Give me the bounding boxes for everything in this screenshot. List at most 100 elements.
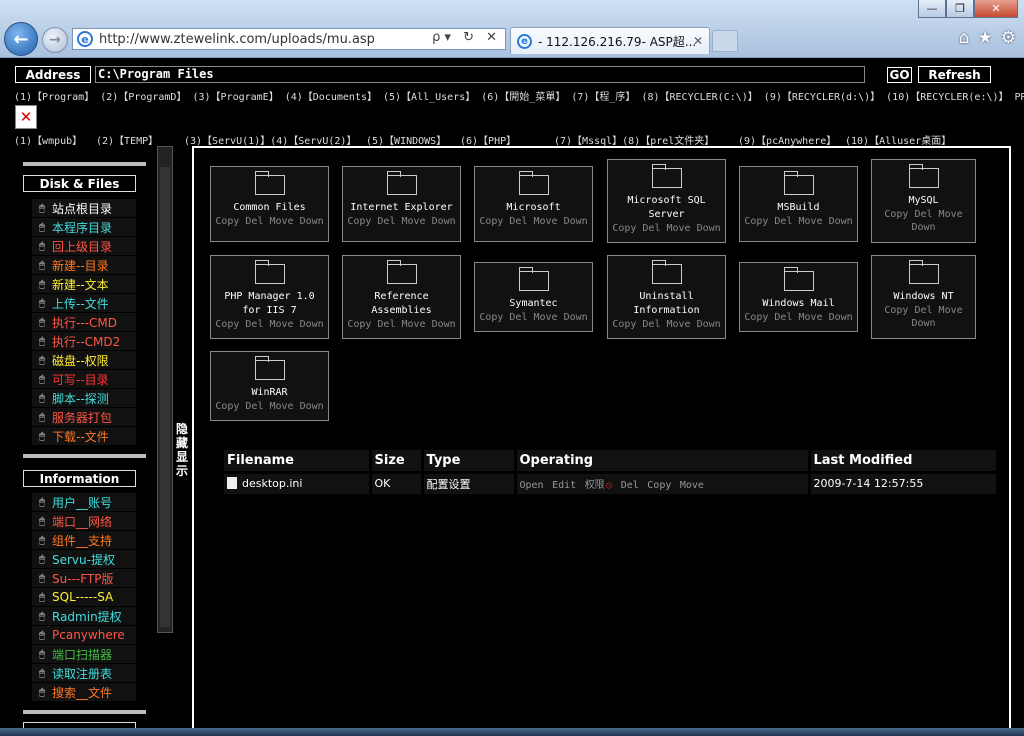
folder-actions[interactable]: Copy Del Move Down xyxy=(343,318,460,335)
folder-actions[interactable]: Copy Del Move Down xyxy=(475,311,592,328)
address-bar[interactable]: e http://www.ztewelink.com/uploads/mu.as… xyxy=(72,28,506,50)
quick-path-wmpub[interactable]: (1)【wmpub】 xyxy=(14,132,82,147)
folder-name[interactable]: Windows NT xyxy=(872,290,975,304)
maximize-icon[interactable]: ❐ xyxy=(946,0,974,18)
folder-name[interactable]: PHP Manager 1.0 for IIS 7 xyxy=(211,290,328,318)
folder-tile[interactable]: MSBuild Copy Del Move Down xyxy=(739,166,858,242)
new-tab-button[interactable] xyxy=(712,30,738,52)
delete-link[interactable]: Del xyxy=(621,480,639,491)
quick-path-windows[interactable]: (5)【WINDOWS】 xyxy=(366,132,446,147)
info-item[interactable]: 🖱 Radmin提权 xyxy=(32,607,136,625)
permissions-link[interactable]: 权限⦸ xyxy=(585,480,613,491)
disk-item[interactable]: 🖱 服务器打包 xyxy=(32,408,136,426)
folder-tile[interactable]: Microsoft Copy Del Move Down xyxy=(474,166,593,242)
folder-actions[interactable]: Copy Del Move Down xyxy=(608,318,725,335)
folder-name[interactable]: MSBuild xyxy=(740,201,857,215)
folder-tile[interactable]: MySQL Copy Del Move Down xyxy=(871,159,976,243)
info-item[interactable]: 🖱 端口__网络 xyxy=(32,512,136,530)
disk-item[interactable]: 🖱 执行--CMD2 xyxy=(32,332,136,350)
back-button[interactable]: ← xyxy=(4,22,38,56)
folder-tile[interactable]: Reference Assemblies Copy Del Move Down xyxy=(342,255,461,339)
close-window-icon[interactable]: ✕ xyxy=(974,0,1018,18)
scrollbar-thumb[interactable] xyxy=(160,167,170,627)
info-item[interactable]: 🖱 Su---FTP版 xyxy=(32,569,136,587)
folder-actions[interactable]: Copy Del Move Down xyxy=(872,304,975,334)
col-filename[interactable]: Filename xyxy=(224,450,372,472)
folder-name[interactable]: Internet Explorer xyxy=(343,201,460,215)
disk-item[interactable]: 🖱 磁盘--权限 xyxy=(32,351,136,369)
folder-tile[interactable]: Windows NT Copy Del Move Down xyxy=(871,255,976,339)
info-item[interactable]: 🖱 端口扫描器 xyxy=(32,645,136,663)
info-item[interactable]: 🖱 搜索__文件 xyxy=(32,683,136,701)
info-item[interactable]: 🖱 用户__账号 xyxy=(32,493,136,511)
address-bar-tools[interactable]: ρ▾ ↻ ✕ xyxy=(432,30,501,45)
folder-actions[interactable]: Copy Del Move Down xyxy=(211,318,328,335)
edit-link[interactable]: Edit xyxy=(552,480,576,491)
disk-item[interactable]: 🖱 可写--目录 xyxy=(32,370,136,388)
quick-path-alluser[interactable]: (10)【Alluser桌面】 xyxy=(845,132,951,147)
folder-name[interactable]: MySQL xyxy=(872,194,975,208)
quick-paths-row-1[interactable]: (1)【Program】 (2)【ProgramD】 (3)【ProgramE】… xyxy=(14,88,1024,103)
disk-item[interactable]: 🖱 回上级目录 xyxy=(32,237,136,255)
folder-name[interactable]: Common Files xyxy=(211,201,328,215)
info-item[interactable]: 🖱 SQL-----SA xyxy=(32,588,136,606)
disk-item[interactable]: 🖱 新建--目录 xyxy=(32,256,136,274)
settings-gear-icon[interactable]: ⚙ xyxy=(1001,28,1016,48)
disk-item[interactable]: 🖱 上传--文件 xyxy=(32,294,136,312)
home-icon[interactable]: ⌂ xyxy=(959,28,970,48)
folder-actions[interactable]: Copy Del Move Down xyxy=(211,400,328,417)
folder-name[interactable]: WinRAR xyxy=(211,386,328,400)
folder-tile[interactable]: Common Files Copy Del Move Down xyxy=(210,166,329,242)
open-link[interactable]: Open xyxy=(520,480,544,491)
col-size[interactable]: Size xyxy=(370,450,424,472)
favorites-star-icon[interactable]: ★ xyxy=(978,28,993,48)
disk-item[interactable]: 🖱 新建--文本 xyxy=(32,275,136,293)
folder-name[interactable]: Symantec xyxy=(475,297,592,311)
folder-actions[interactable]: Copy Del Move Down xyxy=(475,215,592,232)
quick-path-pcanywhere[interactable]: (9)【pcAnywhere】 xyxy=(738,132,836,147)
sidebar-scrollbar[interactable] xyxy=(157,146,173,633)
file-name-cell[interactable]: desktop.ini xyxy=(224,470,372,494)
folder-actions[interactable]: Copy Del Move Down xyxy=(608,222,725,239)
col-type[interactable]: Type xyxy=(422,450,517,472)
browser-tab[interactable]: e - 112.126.216.79- ASP超... ✕ xyxy=(510,27,710,54)
folder-actions[interactable]: Copy Del Move Down xyxy=(740,215,857,232)
folder-actions[interactable]: Copy Del Move Down xyxy=(740,311,857,328)
minimize-icon[interactable]: — xyxy=(918,0,946,18)
disk-item[interactable]: 🖱 脚本--探测 xyxy=(32,389,136,407)
url-text[interactable]: http://www.ztewelink.com/uploads/mu.asp xyxy=(99,32,375,47)
folder-tile[interactable]: Windows Mail Copy Del Move Down xyxy=(739,262,858,332)
quick-path-servu[interactable]: (3)【ServU(1)】(4)【ServU(2)】 xyxy=(184,132,356,147)
info-item[interactable]: 🖱 组件__支持 xyxy=(32,531,136,549)
folder-actions[interactable]: Copy Del Move Down xyxy=(343,215,460,232)
folder-name[interactable]: Reference Assemblies xyxy=(343,290,460,318)
info-item[interactable]: 🖱 读取注册表 xyxy=(32,664,136,682)
disk-item[interactable]: 🖱 下载--文件 xyxy=(32,427,136,445)
disk-item[interactable]: 🖱 本程序目录 xyxy=(32,218,136,236)
go-button[interactable]: GO xyxy=(887,67,912,83)
copy-link[interactable]: Copy xyxy=(647,480,671,491)
refresh-button[interactable]: Refresh xyxy=(918,66,991,83)
folder-tile[interactable]: Microsoft SQL Server Copy Del Move Down xyxy=(607,159,726,243)
folder-actions[interactable]: Copy Del Move Down xyxy=(872,208,975,238)
quick-path-php[interactable]: (6)【PHP】 xyxy=(460,132,516,147)
quick-path-temp[interactable]: (2)【TEMP】 xyxy=(96,132,158,147)
disk-item[interactable]: 🖱 站点根目录 xyxy=(32,199,136,217)
folder-actions[interactable]: Copy Del Move Down xyxy=(211,215,328,232)
folder-tile[interactable]: WinRAR Copy Del Move Down xyxy=(210,351,329,421)
col-last-modified[interactable]: Last Modified xyxy=(809,450,999,472)
quick-path-mssql[interactable]: (7)【Mssql】(8)【prel文件夹】 xyxy=(554,132,714,147)
folder-name[interactable]: Microsoft SQL Server xyxy=(608,194,725,222)
folder-name[interactable]: Uninstall Information xyxy=(608,290,725,318)
info-item[interactable]: 🖱 Pcanywhere xyxy=(32,626,136,644)
folder-tile[interactable]: Internet Explorer Copy Del Move Down xyxy=(342,166,461,242)
tab-close-icon[interactable]: ✕ xyxy=(693,34,703,48)
folder-tile[interactable]: Uninstall Information Copy Del Move Down xyxy=(607,255,726,339)
folder-tile[interactable]: PHP Manager 1.0 for IIS 7 Copy Del Move D… xyxy=(210,255,329,339)
address-path-input[interactable]: C:\Program Files xyxy=(95,66,865,83)
move-link[interactable]: Move xyxy=(680,480,704,491)
folder-name[interactable]: Windows Mail xyxy=(740,297,857,311)
info-item[interactable]: 🖱 Servu-提权 xyxy=(32,550,136,568)
disk-item[interactable]: 🖱 执行---CMD xyxy=(32,313,136,331)
folder-name[interactable]: Microsoft xyxy=(475,201,592,215)
